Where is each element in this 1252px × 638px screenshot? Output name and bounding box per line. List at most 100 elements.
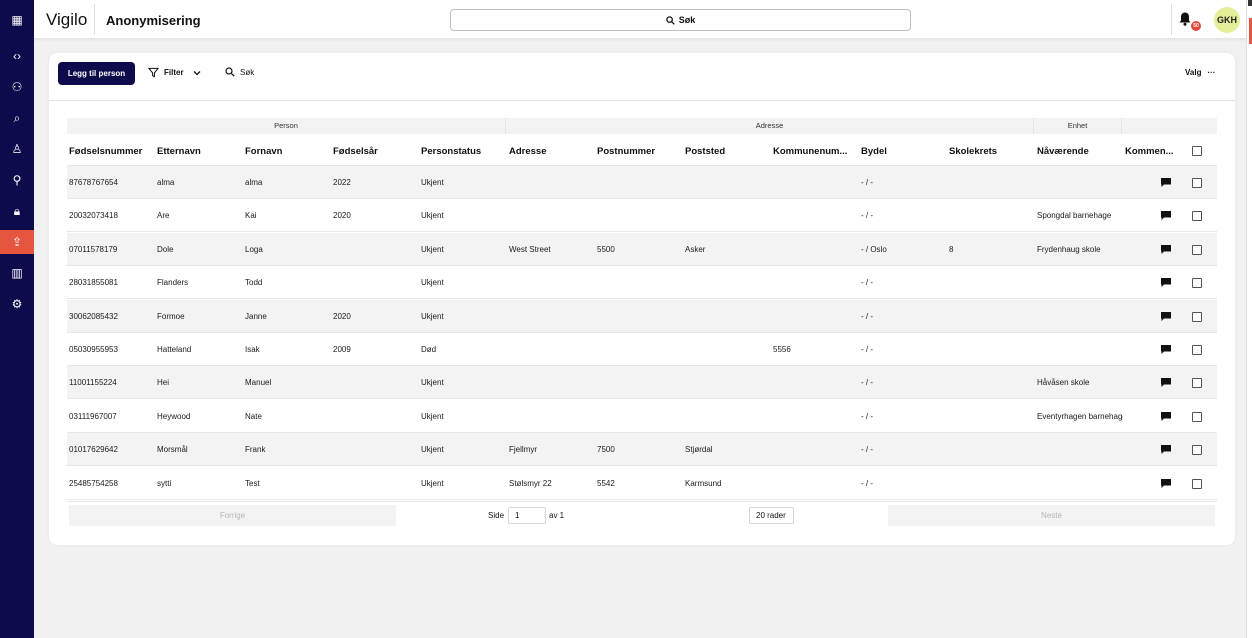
table-cell: Flanders — [157, 278, 189, 288]
table-row[interactable]: 25485754258 sytti Test Ukjent Stølsmyr 22 554… — [67, 467, 1217, 500]
pagination-bar: Forrige Side 1 av 1 20 rader Neste — [67, 501, 1217, 528]
chart-icon[interactable]: ▥ — [0, 261, 34, 285]
table-cell: - / - — [861, 178, 873, 187]
table-cell: 05030955953 — [69, 345, 118, 354]
table-row[interactable]: 30062085432 Formoe Janne 2020 Ukjent - / - — [67, 299, 1217, 333]
row-checkbox[interactable] — [1192, 345, 1202, 355]
rows-per-page-select[interactable]: 20 rader — [749, 507, 794, 524]
table-cell: Ukjent — [421, 378, 444, 388]
column-header[interactable]: Personstatus — [421, 146, 507, 157]
column-header[interactable]: Postnummer — [597, 146, 683, 157]
top-header: Vigilo Anonymisering Søk 50 GKH — [34, 0, 1246, 39]
table-cell: Ukjent — [421, 211, 444, 221]
options-menu-button[interactable]: Valg ··· — [1185, 68, 1215, 77]
table-cell: 30062085432 — [69, 311, 118, 321]
column-header[interactable]: Fødselsår — [333, 146, 419, 157]
table-cell: sytti — [157, 478, 172, 488]
comment-icon[interactable] — [1161, 411, 1171, 421]
comment-icon[interactable] — [1161, 178, 1171, 187]
table-cell: 25485754258 — [69, 478, 118, 488]
filter-button[interactable]: Filter — [148, 67, 206, 78]
column-header[interactable]: Etternavn — [157, 146, 243, 157]
person-icon[interactable]: ♙ — [0, 137, 34, 161]
table-cell: 01017629642 — [69, 445, 118, 455]
page-number-input[interactable]: 1 — [508, 507, 546, 524]
table-cell: 11001155224 — [69, 378, 117, 388]
group-header-address: Adresse — [506, 118, 1034, 134]
user-avatar[interactable]: GKH — [1214, 7, 1240, 33]
bell-icon[interactable] — [1178, 11, 1192, 27]
select-all-checkbox[interactable] — [1192, 146, 1202, 156]
table-cell: 03111967007 — [69, 411, 117, 421]
row-checkbox[interactable] — [1192, 278, 1202, 289]
table-row[interactable]: 07011578179 Dole Loga Ukjent West Street 5500… — [67, 232, 1217, 266]
person-key-icon[interactable]: ⚲ — [0, 168, 34, 192]
app-logo[interactable]: Vigilo — [46, 10, 87, 30]
table-row[interactable]: 03111967007 Heywood Nate Ukjent - / - Eventyr… — [67, 400, 1217, 433]
row-checkbox[interactable] — [1192, 445, 1202, 456]
column-header[interactable]: Kommunenum... — [773, 146, 857, 157]
group-header-blank — [1122, 118, 1217, 134]
comment-icon[interactable] — [1161, 445, 1171, 455]
table-cell: Stølsmyr 22 — [509, 478, 552, 488]
comment-icon[interactable] — [1161, 478, 1171, 488]
page-title: Anonymisering — [106, 13, 201, 28]
row-checkbox[interactable] — [1192, 244, 1202, 255]
next-page-button[interactable]: Neste — [888, 505, 1215, 526]
add-person-button[interactable]: Legg til person — [58, 62, 135, 85]
column-header[interactable]: Skolekrets — [949, 146, 1035, 157]
row-checkbox[interactable] — [1192, 211, 1202, 222]
table-row[interactable]: 05030955953 Hatteland Isak 2009 Død 5556 - / - — [67, 333, 1217, 366]
settings-icon[interactable]: ⚙ — [0, 292, 34, 316]
comment-icon[interactable] — [1161, 345, 1171, 354]
table-cell: 8 — [949, 244, 954, 254]
global-search-bar[interactable]: Søk — [450, 9, 911, 31]
row-checkbox[interactable] — [1192, 411, 1202, 422]
row-checkbox[interactable] — [1192, 178, 1202, 188]
table-row[interactable]: 01017629642 Morsmål Frank Ukjent Fjellmyr 750… — [67, 433, 1217, 467]
table-cell: Død — [421, 345, 437, 354]
table-cell: - / - — [861, 311, 873, 321]
table-cell: - / - — [861, 411, 873, 421]
table-row[interactable]: 11001155224 Hei Manuel Ukjent - / - Håvåsen s… — [67, 366, 1217, 400]
column-header[interactable]: Bydel — [861, 146, 947, 157]
people-network-icon[interactable]: ⚇ — [0, 75, 34, 99]
table-cell: Morsmål — [157, 445, 188, 455]
person-search-icon[interactable]: ⌕ — [0, 106, 34, 130]
table-cell: - / - — [861, 278, 873, 288]
row-checkbox[interactable] — [1192, 478, 1202, 489]
comment-icon[interactable] — [1161, 311, 1171, 321]
table-cell: alma — [245, 178, 263, 187]
apps-grid-icon[interactable]: ▦ — [0, 8, 34, 32]
code-icon[interactable]: ‹› — [0, 44, 34, 68]
previous-page-button[interactable]: Forrige — [69, 505, 396, 526]
table-row[interactable]: 28031855081 Flanders Todd Ukjent - / - — [67, 266, 1217, 300]
comment-icon[interactable] — [1161, 378, 1171, 388]
column-header[interactable]: Poststed — [685, 146, 771, 157]
column-header[interactable]: Fornavn — [245, 146, 331, 157]
table-cell: - / - — [861, 378, 873, 388]
table-cell: Dole — [157, 244, 174, 254]
notification-badge: 50 — [1191, 21, 1201, 31]
table-row[interactable]: 20032073418 Are Kai 2020 Ukjent - / - Spongdal… — [67, 199, 1217, 233]
row-checkbox[interactable] — [1192, 311, 1202, 322]
comment-icon[interactable] — [1161, 244, 1171, 254]
table-row[interactable]: 87678767654 alma alma 2022 Ukjent - / - — [67, 166, 1217, 199]
table-cell: Fjellmyr — [509, 445, 537, 455]
table-cell: Todd — [245, 278, 263, 288]
column-header[interactable]: Fødselsnummer — [69, 146, 155, 157]
column-header[interactable]: Nåværende — [1037, 146, 1123, 157]
table-cell: Are — [157, 211, 170, 221]
anonymize-icon[interactable]: ⇪ — [0, 230, 34, 254]
lock-icon[interactable]: 🔒︎ — [0, 199, 34, 223]
column-header[interactable]: Adresse — [509, 146, 595, 157]
column-header[interactable]: Kommen... — [1125, 146, 1177, 157]
comment-icon[interactable] — [1161, 278, 1171, 288]
filter-icon — [148, 67, 159, 78]
row-checkbox[interactable] — [1192, 378, 1202, 389]
table-search-button[interactable]: Søk — [225, 67, 254, 77]
table-cell: - / Oslo — [861, 244, 887, 254]
table-cell: Formoe — [157, 311, 185, 321]
table-cell: Ukjent — [421, 411, 444, 421]
comment-icon[interactable] — [1161, 211, 1171, 221]
